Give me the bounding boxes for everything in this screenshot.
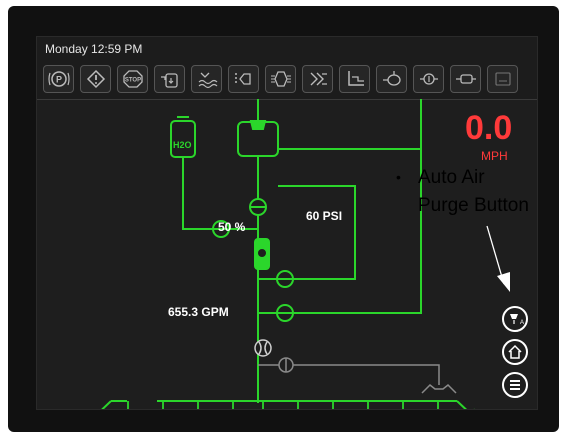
callout-arrow (486, 225, 510, 292)
